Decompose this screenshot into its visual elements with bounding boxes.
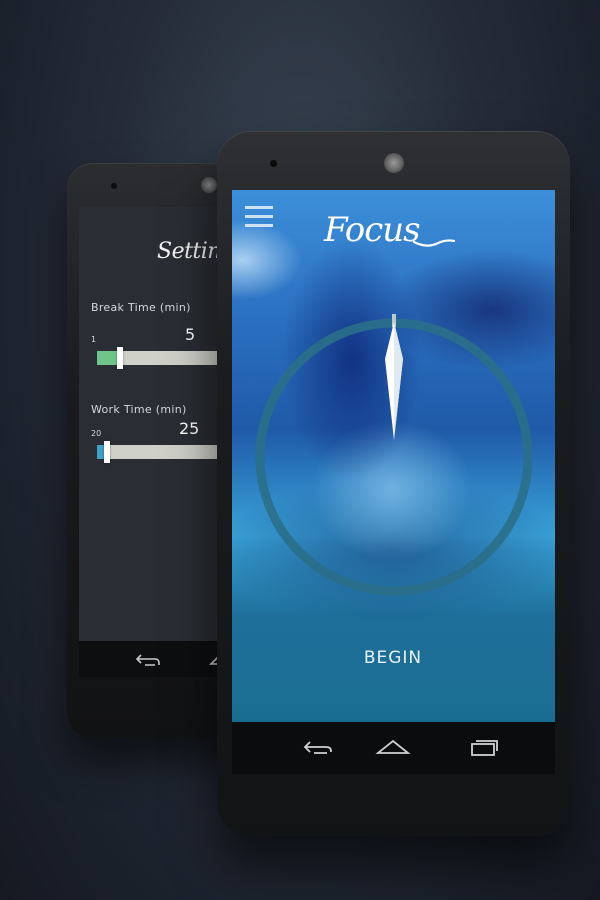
hamburger-menu-icon[interactable] (245, 206, 273, 228)
home-icon[interactable] (373, 734, 413, 762)
break-time-slider-thumb[interactable] (117, 347, 123, 369)
device-mockup-stage: Settings Break Time (min) 1 5 Work Time … (0, 0, 600, 900)
front-camera (270, 160, 277, 167)
title-swash-decoration (412, 239, 456, 247)
timer-dial[interactable] (251, 314, 537, 600)
focus-screen: Focus BEGIN (232, 190, 555, 722)
speaker-grille (201, 177, 217, 193)
back-icon[interactable] (135, 653, 161, 667)
begin-button[interactable]: BEGIN (343, 643, 443, 673)
focus-navbar (232, 722, 555, 774)
break-time-min-label: 1 (91, 335, 97, 344)
focus-phone: Focus BEGIN (217, 131, 570, 836)
recent-apps-icon[interactable] (463, 734, 503, 762)
break-time-value: 5 (185, 325, 196, 344)
back-icon[interactable] (298, 734, 338, 762)
front-camera (111, 183, 117, 189)
work-time-label: Work Time (min) (91, 403, 187, 416)
app-title: Focus (324, 210, 421, 250)
work-time-min-label: 20 (91, 429, 102, 438)
speaker-grille (384, 153, 404, 173)
break-time-label: Break Time (min) (91, 301, 191, 314)
work-time-slider-thumb[interactable] (104, 441, 110, 463)
work-time-value: 25 (179, 419, 200, 438)
break-time-slider-fill (97, 351, 119, 365)
